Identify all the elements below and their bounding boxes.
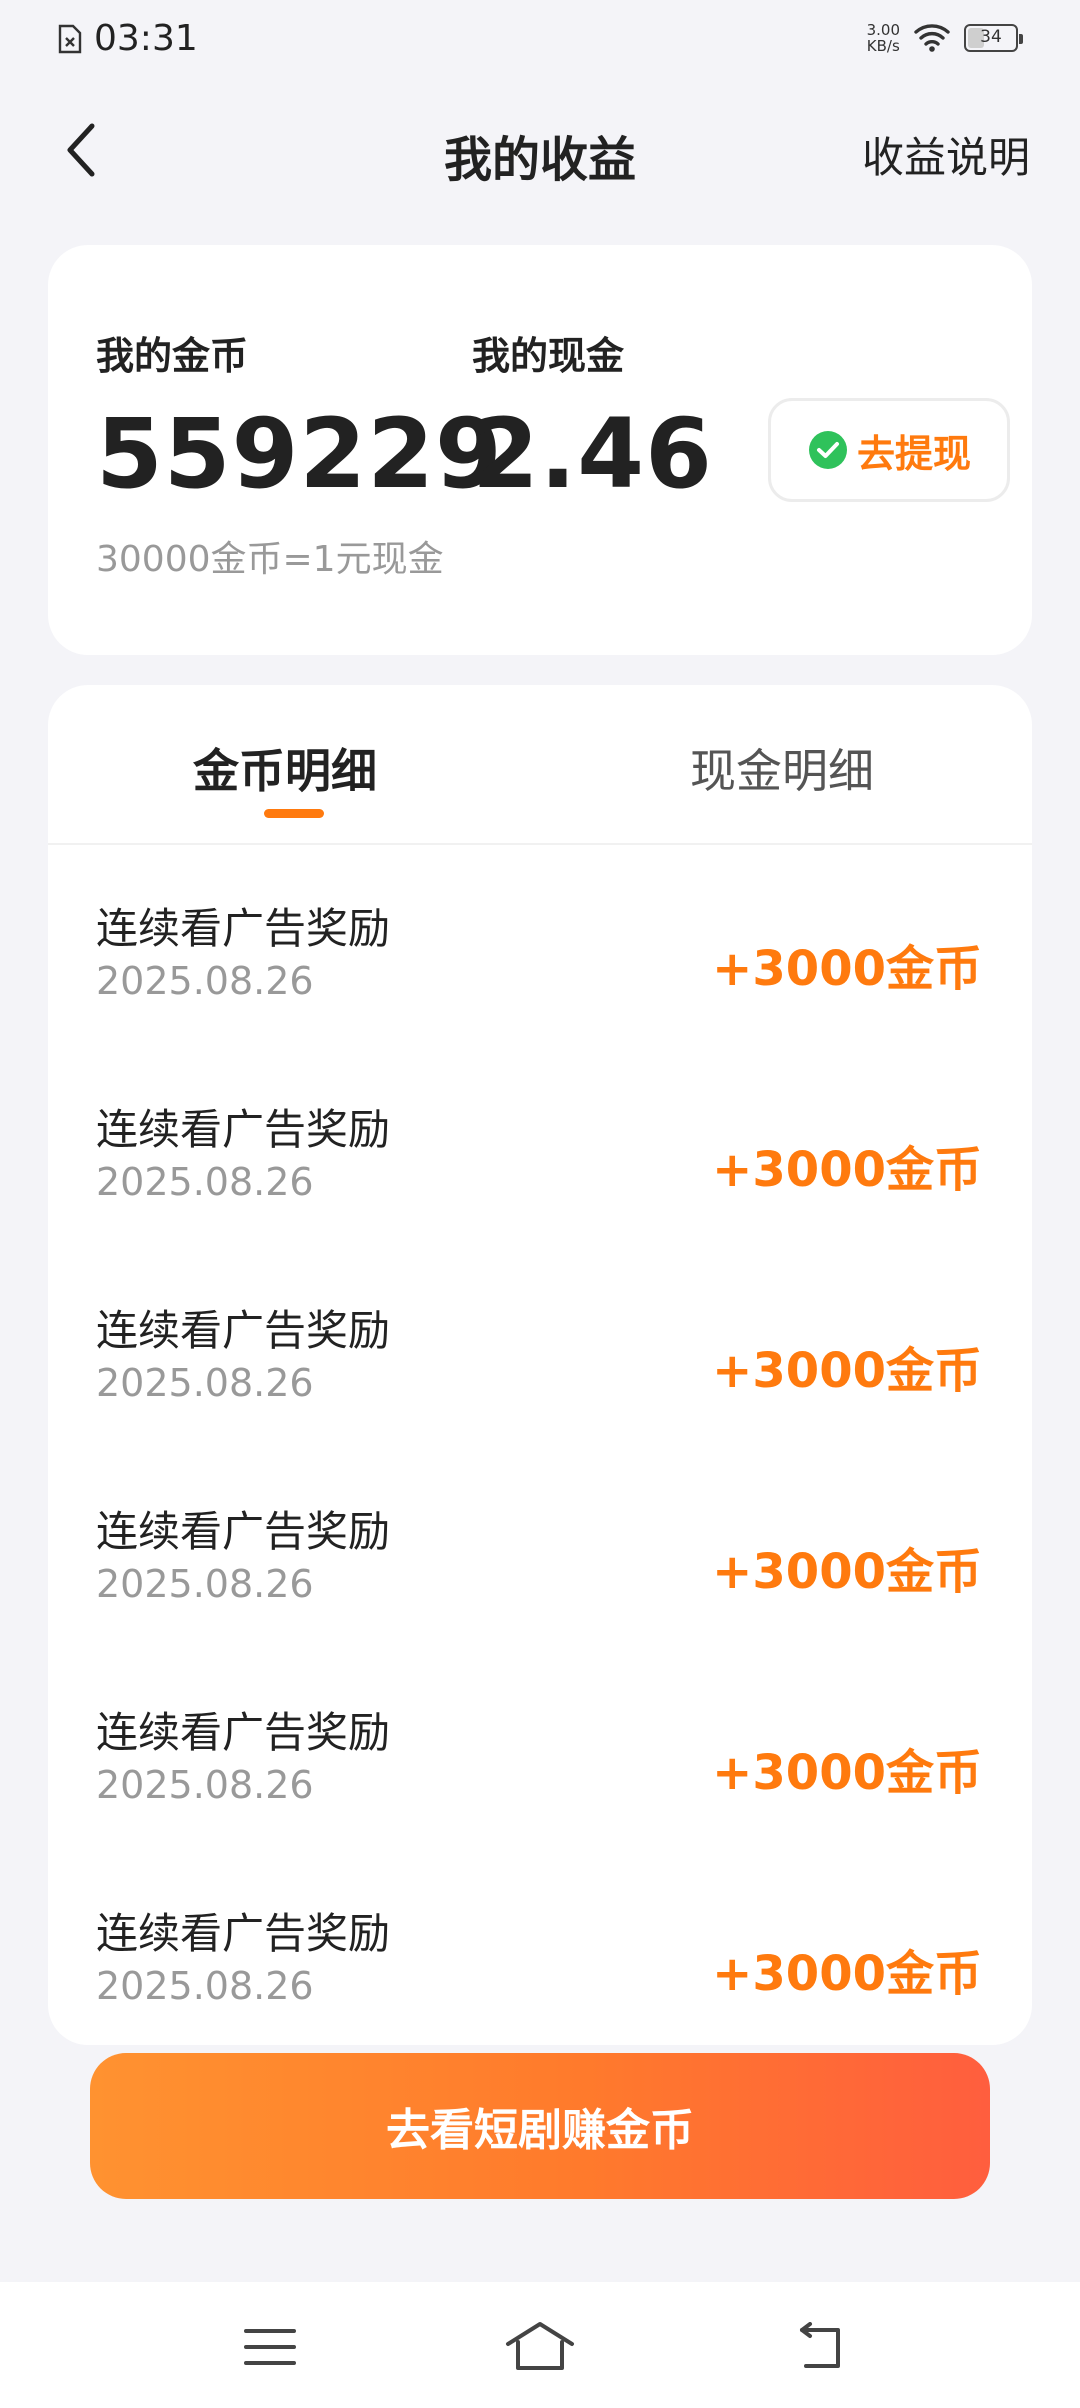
tab-coin-details[interactable]: 金币明细 [193, 735, 377, 801]
record-amount: +3000金币 [712, 941, 982, 997]
record-amount: +3000金币 [712, 1745, 982, 1801]
detail-tabs: 金币明细 现金明细 [48, 685, 1032, 845]
cta-label: 去看短剧赚金币 [386, 2105, 694, 2156]
network-speed: 3.00 KB/s [867, 22, 900, 54]
cash-stat: 我的现金 2.46 [472, 325, 713, 510]
wechat-icon [808, 431, 847, 469]
battery-cap [1019, 34, 1023, 44]
watch-drama-earn-coins-button[interactable]: 去看短剧赚金币 [90, 2053, 990, 2199]
coins-label: 我的金币 [96, 334, 249, 378]
withdraw-button[interactable]: 去提现 [768, 398, 1010, 502]
details-card: 金币明细 现金明细 连续看广告奖励 2025.08.26 +3000金币 连续看… [48, 685, 1032, 2045]
earnings-explanation-link[interactable]: 收益说明 [862, 124, 1030, 185]
list-item: 连续看广告奖励 2025.08.26 +3000金币 [48, 1486, 1032, 1686]
record-date: 2025.08.26 [96, 959, 314, 1003]
tab-cash-details[interactable]: 现金明细 [690, 735, 874, 801]
nav-menu-button[interactable] [230, 2312, 310, 2382]
coins-stat: 我的金币 559229 [96, 325, 503, 510]
record-title: 连续看广告奖励 [96, 1306, 391, 1355]
record-title: 连续看广告奖励 [96, 904, 391, 953]
record-title: 连续看广告奖励 [96, 1708, 391, 1757]
network-speed-value: 3.00 [866, 21, 900, 39]
record-date: 2025.08.26 [96, 1160, 314, 1204]
coins-value: 559229 [96, 398, 503, 510]
battery-icon: 34 [964, 24, 1023, 52]
record-date: 2025.08.26 [96, 1562, 314, 1606]
record-title: 连续看广告奖励 [96, 1909, 391, 1958]
status-time: 03:31 [94, 18, 198, 59]
record-title: 连续看广告奖励 [96, 1507, 391, 1556]
wifi-icon [914, 24, 950, 52]
system-nav-bar [0, 2282, 1080, 2408]
record-date: 2025.08.26 [96, 1964, 314, 2008]
record-date: 2025.08.26 [96, 1763, 314, 1807]
menu-icon [244, 2329, 296, 2365]
nav-home-button[interactable] [500, 2312, 580, 2382]
list-item: 连续看广告奖励 2025.08.26 +3000金币 [48, 1084, 1032, 1284]
header: 我的收益 收益说明 [0, 100, 1080, 200]
status-bar-right: 3.00 KB/s 34 [867, 22, 1023, 54]
record-date: 2025.08.26 [96, 1361, 314, 1405]
record-amount: +3000金币 [712, 1142, 982, 1198]
record-amount: +3000金币 [712, 1343, 982, 1399]
status-bar-left: 03:31 [58, 18, 198, 59]
record-amount: +3000金币 [712, 1544, 982, 1600]
status-bar: 03:31 3.00 KB/s 34 [0, 0, 1080, 80]
network-speed-unit: KB/s [866, 37, 900, 55]
battery-level: 34 [980, 27, 1002, 47]
nav-back-button[interactable] [780, 2312, 860, 2382]
active-tab-indicator [264, 809, 324, 818]
earnings-summary-card: 我的金币 559229 我的现金 2.46 30000金币=1元现金 去提现 [48, 245, 1032, 655]
record-title: 连续看广告奖励 [96, 1105, 391, 1154]
record-amount: +3000金币 [712, 1946, 982, 2002]
cash-label: 我的现金 [472, 334, 625, 378]
return-icon [800, 2322, 840, 2368]
exchange-rate-text: 30000金币=1元现金 [96, 539, 444, 580]
withdraw-label: 去提现 [856, 431, 971, 476]
file-error-icon [58, 24, 82, 53]
list-item: 连续看广告奖励 2025.08.26 +3000金币 [48, 1888, 1032, 2045]
home-icon [506, 2322, 574, 2370]
list-item: 连续看广告奖励 2025.08.26 +3000金币 [48, 1285, 1032, 1485]
list-item: 连续看广告奖励 2025.08.26 +3000金币 [48, 1687, 1032, 1887]
cash-value: 2.46 [472, 398, 713, 510]
list-item: 连续看广告奖励 2025.08.26 +3000金币 [48, 883, 1032, 1083]
